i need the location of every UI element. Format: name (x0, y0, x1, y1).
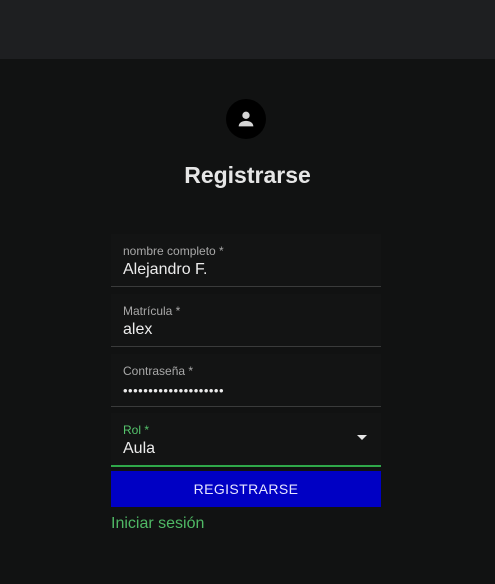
caret-down-icon[interactable] (357, 435, 367, 440)
full-name-label: nombre completo * (123, 244, 224, 258)
app-bar (0, 0, 495, 59)
password-field[interactable]: Contraseña * •••••••••••••••••••• (111, 354, 381, 407)
page-title: Registrarse (184, 162, 311, 188)
full-name-value[interactable]: Alejandro F. (123, 261, 208, 279)
role-value[interactable]: Aula (123, 440, 155, 458)
person-icon (238, 111, 254, 127)
full-name-field[interactable]: nombre completo * Alejandro F. (111, 234, 381, 287)
role-label: Rol * (123, 423, 150, 437)
avatar (226, 99, 266, 139)
matricula-value[interactable]: alex (123, 321, 152, 339)
login-link[interactable]: Iniciar sesión (111, 515, 204, 533)
matricula-label: Matrícula * (123, 304, 181, 318)
register-button[interactable]: REGISTRARSE (111, 471, 381, 507)
password-value[interactable]: •••••••••••••••••••• (123, 383, 224, 398)
matricula-field[interactable]: Matrícula * alex (111, 294, 381, 347)
password-label: Contraseña * (123, 364, 194, 378)
role-select[interactable]: Rol * Aula (111, 413, 381, 467)
